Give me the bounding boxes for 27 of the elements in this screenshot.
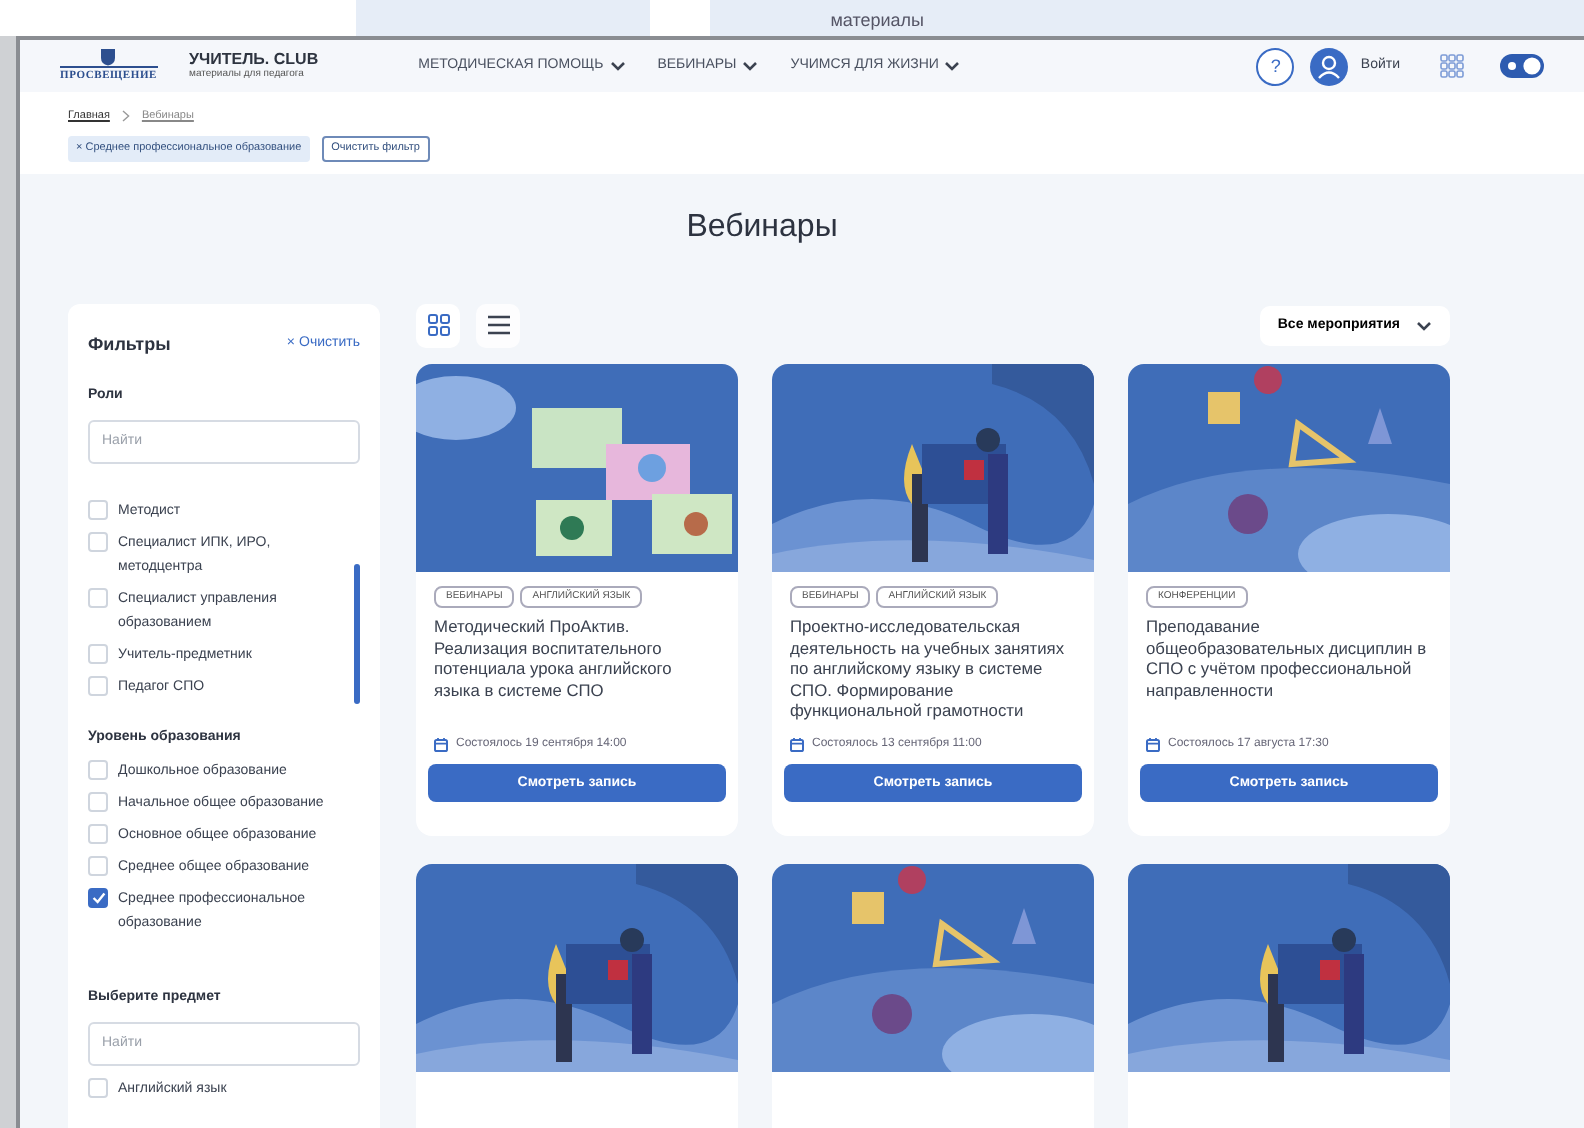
chevron-down-icon xyxy=(609,60,626,72)
help-button[interactable]: ? xyxy=(1256,47,1295,85)
scrollbar-thumb[interactable] xyxy=(354,563,360,704)
theme-toggle[interactable] xyxy=(1500,54,1544,78)
grid-icon xyxy=(427,314,449,337)
list-view-button[interactable] xyxy=(476,303,520,348)
event-title[interactable]: Преподавание общеобразовательных дисциплин в СПО с учётом профессиональной направленности xyxy=(1128,616,1450,729)
event-card[interactable] xyxy=(772,363,1094,836)
chevron-down-icon xyxy=(742,60,759,72)
calendar-icon xyxy=(790,738,804,753)
chevron-down-icon xyxy=(944,60,961,72)
grid-view-button[interactable] xyxy=(416,303,460,348)
site-title: УЧИТЕЛЬ. CLUB xyxy=(189,52,319,68)
chevron-down-icon xyxy=(1416,319,1432,332)
shield-icon xyxy=(100,48,117,67)
event-title[interactable]: Проектно-исследовательская деятельность на учебных занятиях по английскому языку в системе СПО. Формирование функциональной грамотности xyxy=(772,616,1094,729)
chevron-right-icon xyxy=(121,110,130,123)
background-text: материалы xyxy=(828,8,925,34)
page-title: Вебинары xyxy=(684,207,840,247)
apps-grid-icon[interactable] xyxy=(1440,54,1464,78)
checkbox[interactable] xyxy=(88,888,108,909)
event-title[interactable]: Методический ПроАктив. Реализация воспитательного потенциала урока английского языка в системе СПО xyxy=(416,616,738,729)
filters-title: Фильтры xyxy=(88,331,171,358)
calendar-icon xyxy=(1146,738,1160,753)
list-icon xyxy=(487,314,509,337)
user-avatar-icon[interactable] xyxy=(1310,47,1349,85)
calendar-icon xyxy=(434,738,448,753)
